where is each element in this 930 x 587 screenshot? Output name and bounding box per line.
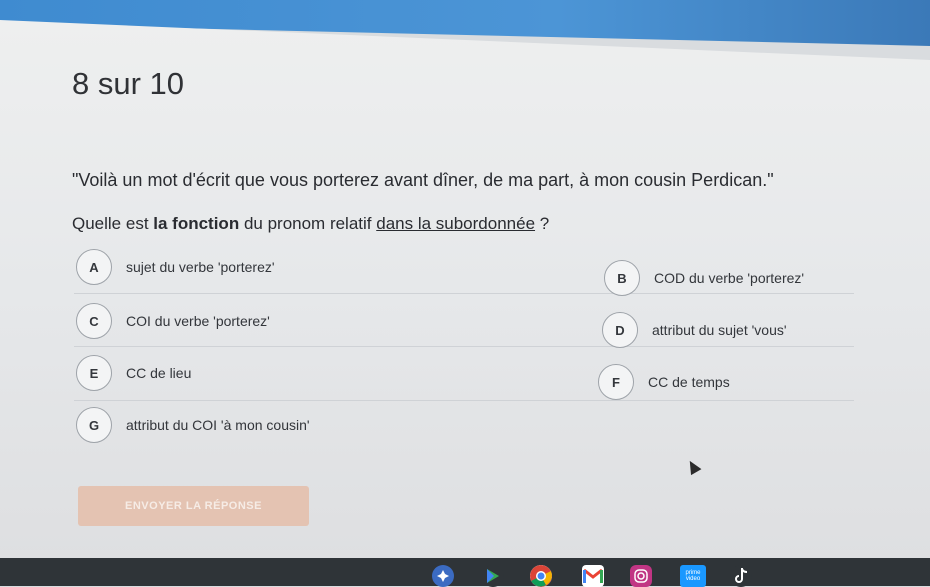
divider bbox=[74, 400, 854, 401]
question-part-1: Quelle est bbox=[72, 214, 154, 233]
option-text-g: attribut du COI 'à mon cousin' bbox=[126, 417, 310, 433]
chrome-icon[interactable] bbox=[530, 565, 552, 587]
option-b[interactable]: B COD du verbe 'porterez' bbox=[604, 260, 804, 296]
option-a[interactable]: A sujet du verbe 'porterez' bbox=[76, 249, 275, 285]
taskbar bbox=[0, 558, 930, 586]
question-bold: la fonction bbox=[153, 214, 240, 233]
option-g[interactable]: G attribut du COI 'à mon cousin' bbox=[76, 407, 310, 443]
option-f[interactable]: F CC de temps bbox=[598, 364, 730, 400]
option-letter-g: G bbox=[76, 407, 112, 443]
option-letter-f: F bbox=[598, 364, 634, 400]
question-underline: dans la subordonnée bbox=[376, 214, 536, 233]
option-letter-a: A bbox=[76, 249, 112, 285]
quote-text: "Voilà un mot d'écrit que vous porterez … bbox=[72, 170, 774, 190]
option-text-d: attribut du sujet 'vous' bbox=[652, 322, 787, 338]
option-text-f: CC de temps bbox=[648, 374, 730, 390]
submit-answer-button[interactable]: ENVOYER LA RÉPONSE bbox=[78, 486, 309, 526]
option-letter-b: B bbox=[604, 260, 640, 296]
instagram-icon[interactable] bbox=[630, 565, 652, 587]
option-text-c: COI du verbe 'porterez' bbox=[126, 313, 270, 329]
option-e[interactable]: E CC de lieu bbox=[76, 355, 191, 391]
option-text-b: COD du verbe 'porterez' bbox=[654, 270, 805, 286]
option-c[interactable]: C COI du verbe 'porterez' bbox=[76, 303, 270, 339]
option-text-e: CC de lieu bbox=[126, 365, 192, 381]
option-letter-d: D bbox=[602, 312, 638, 348]
option-text-a: sujet du verbe 'porterez' bbox=[126, 259, 275, 275]
tiktok-icon[interactable] bbox=[730, 565, 752, 587]
option-letter-c: C bbox=[76, 303, 112, 339]
gmail-icon[interactable] bbox=[582, 565, 604, 587]
prime-video-label: prime video bbox=[685, 570, 701, 582]
launcher-icon[interactable] bbox=[432, 565, 454, 587]
question-text: Quelle est la fonction du pronom relatif… bbox=[72, 214, 549, 234]
question-part-2: du pronom relatif bbox=[239, 214, 377, 233]
prime-video-icon[interactable]: prime video bbox=[680, 565, 706, 587]
question-progress: 8 sur 10 bbox=[72, 66, 185, 101]
option-letter-e: E bbox=[76, 355, 112, 391]
option-d[interactable]: D attribut du sujet 'vous' bbox=[602, 312, 787, 348]
play-store-icon[interactable] bbox=[482, 565, 504, 587]
question-part-3: ? bbox=[535, 214, 550, 233]
